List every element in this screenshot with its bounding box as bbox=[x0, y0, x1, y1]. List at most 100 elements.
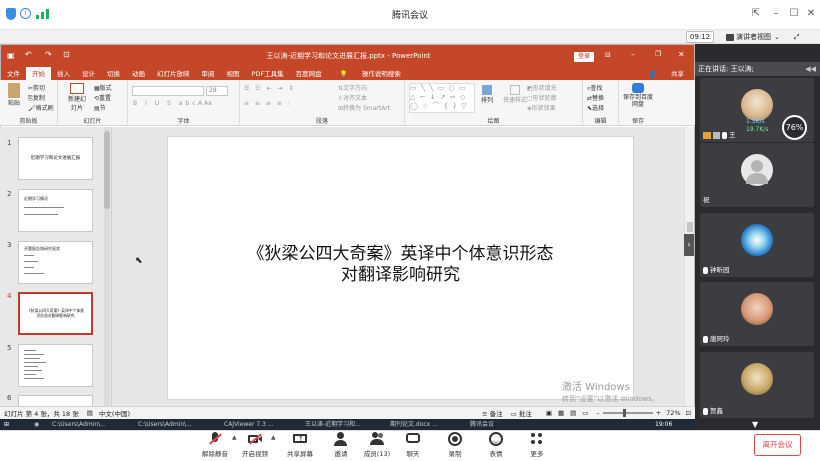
paste-button[interactable]: 粘贴 bbox=[5, 83, 23, 107]
notes-button[interactable]: ≡ 备注 bbox=[482, 408, 503, 418]
chevron-down-icon: ⌄ bbox=[774, 33, 780, 41]
participant-tile-3[interactable]: 钟昕园 bbox=[700, 213, 814, 277]
font-size-dropdown[interactable]: 28 bbox=[206, 86, 228, 96]
ppt-close-button[interactable]: ✕ bbox=[678, 50, 685, 59]
minimize-button[interactable]: – bbox=[768, 6, 784, 22]
font-name-dropdown[interactable] bbox=[132, 86, 204, 96]
tab-animations[interactable]: 动画 bbox=[126, 67, 151, 81]
save-group: 保存到百度网盘 保存 bbox=[619, 80, 657, 126]
avatar bbox=[741, 89, 773, 121]
thumbnails-scrollbar[interactable] bbox=[104, 127, 110, 406]
current-slide[interactable]: 《狄梁公四大奇案》英译中个体意识形态 对翻译影响研究 bbox=[167, 136, 634, 400]
align-buttons[interactable]: ≡ ≡ ≡ ≡ ⫶ bbox=[244, 100, 291, 108]
align-text-button[interactable]: ⇳对齐文本 bbox=[338, 93, 367, 102]
participant-tile-4[interactable]: 唐珂玲 bbox=[700, 282, 814, 346]
speaking-indicator-bar: 正在讲话: 王以涛; ◀◀ bbox=[695, 62, 820, 76]
shape-outline-button[interactable]: ▢形状轮廓 bbox=[527, 93, 557, 102]
smartart-button[interactable]: ⊞转换为 SmartArt bbox=[338, 103, 390, 112]
replace-button[interactable]: ⇄替换 bbox=[587, 93, 604, 102]
ppt-minimize-button[interactable]: – bbox=[631, 50, 635, 59]
shape-fill-button[interactable]: ◩形状填充 bbox=[527, 83, 557, 92]
tab-slideshow[interactable]: 幻灯片放映 bbox=[151, 67, 196, 81]
share-button[interactable]: 👤 共享 bbox=[637, 67, 694, 81]
chevron-up-icon[interactable]: ▲ bbox=[271, 434, 276, 441]
members-button[interactable]: 成员(13) bbox=[360, 432, 394, 458]
save-to-baidu-button[interactable]: 保存到百度网盘 bbox=[621, 83, 655, 108]
slide-thumbnail-1[interactable]: 近期学习和论文进展汇报 bbox=[18, 137, 93, 180]
chevron-up-icon[interactable]: ▲ bbox=[232, 434, 237, 441]
zoom-level[interactable]: 72% bbox=[666, 409, 680, 417]
ribbon-options-icon[interactable]: ⊟ bbox=[605, 51, 611, 59]
ppt-restore-button[interactable]: ❐ bbox=[655, 50, 661, 58]
new-slide-button[interactable]: 新建幻灯片 bbox=[66, 83, 88, 112]
tab-view[interactable]: 视图 bbox=[221, 67, 246, 81]
comments-button[interactable]: ▭ 批注 bbox=[511, 408, 532, 418]
tab-pdf-tools[interactable]: PDF工具集 bbox=[246, 67, 290, 81]
more-button[interactable]: 更多 bbox=[520, 432, 554, 458]
login-button[interactable]: 登录 bbox=[574, 52, 594, 62]
slide-thumbnail-6[interactable] bbox=[18, 395, 93, 406]
slide-thumbnail-4[interactable]: 《狄梁公四大奇案》英译中个体意识形态对翻译影响研究 bbox=[18, 292, 93, 335]
cut-button[interactable]: ✂剪切 bbox=[28, 83, 45, 92]
tab-design[interactable]: 设计 bbox=[76, 67, 101, 81]
font-style-buttons[interactable]: B I U S abc bbox=[133, 100, 199, 107]
tab-insert[interactable]: 插入 bbox=[51, 67, 76, 81]
speaker-view-button[interactable]: 演讲者视图 ⌄ ⤢ bbox=[726, 31, 799, 43]
font-color-button[interactable]: A Aa bbox=[198, 100, 212, 107]
emoji-icon: ‿ bbox=[489, 432, 503, 446]
tab-home[interactable]: 开始 bbox=[26, 67, 51, 81]
scroll-thumb[interactable] bbox=[687, 222, 693, 232]
zoom-in-button[interactable]: + bbox=[656, 409, 661, 417]
zoom-out-button[interactable]: – bbox=[596, 409, 599, 417]
spellcheck-icon[interactable]: ▤ bbox=[87, 409, 93, 417]
expand-icon[interactable]: ⤢ bbox=[794, 33, 800, 42]
reset-button[interactable]: ⟲重置 bbox=[94, 93, 111, 102]
slide-title[interactable]: 《狄梁公四大奇案》英译中个体意识形态 对翻译影响研究 bbox=[168, 244, 633, 286]
invite-button[interactable]: 邀请 bbox=[324, 432, 358, 458]
section-button[interactable]: ▤节 bbox=[94, 103, 106, 112]
share-screen-button[interactable]: ↑ 共享屏幕 bbox=[283, 432, 317, 458]
shapes-gallery[interactable]: ▭ ╲ ╲ ▭ ○ ▭ △ ⌐ ↓ ↗ ⇨ ◇ ◯ ☆ ⌒ { } ▽ bbox=[409, 83, 475, 113]
slide-thumbnail-5[interactable] bbox=[18, 344, 93, 387]
tab-review[interactable]: 审阅 bbox=[196, 67, 221, 81]
participant-tile-5[interactable]: 贺鑫 bbox=[700, 352, 814, 418]
fit-slide-icon[interactable]: ⊡ bbox=[686, 409, 691, 417]
format-painter-button[interactable]: 🖌格式刷 bbox=[28, 103, 54, 112]
text-direction-button[interactable]: ⇅文字方向 bbox=[338, 83, 367, 92]
shape-effects-button[interactable]: ◈形状效果 bbox=[527, 103, 556, 112]
host-icon bbox=[703, 131, 711, 139]
list-buttons[interactable]: ☰ ☷ ⇤ ⇥ ↕ bbox=[244, 85, 295, 92]
emoji-button[interactable]: ‿ 表情 bbox=[479, 432, 513, 458]
tab-transitions[interactable]: 切换 bbox=[101, 67, 126, 81]
select-button[interactable]: ⬉选择 bbox=[587, 103, 604, 112]
record-button[interactable]: 录制 bbox=[438, 432, 472, 458]
slide-vertical-scrollbar[interactable] bbox=[684, 127, 694, 406]
clipboard-label: 剪贴板 bbox=[19, 118, 38, 125]
collapse-arrows-icon[interactable]: ◀◀ bbox=[805, 65, 816, 73]
chat-button[interactable]: 聊天 bbox=[396, 432, 430, 458]
tab-baidu-netdisk[interactable]: 百度网盘 bbox=[290, 67, 328, 81]
scroll-thumb[interactable] bbox=[104, 131, 110, 209]
slide-thumbnail-2[interactable]: 近期学习情况 bbox=[18, 189, 93, 232]
collapse-panel-button[interactable]: › bbox=[684, 234, 694, 256]
layout-button[interactable]: ▦版式 bbox=[94, 83, 112, 92]
zoom-thumb[interactable] bbox=[622, 409, 626, 417]
arrange-button[interactable]: 排列 bbox=[481, 85, 493, 104]
tab-file[interactable]: 文件 bbox=[1, 67, 26, 81]
zoom-slider[interactable] bbox=[602, 409, 653, 417]
tell-me-search[interactable]: 💡 操作说明搜索 bbox=[328, 67, 413, 81]
thumb-number: 1 bbox=[7, 139, 12, 147]
leave-meeting-button[interactable]: 离开会议 bbox=[754, 434, 801, 456]
slide-thumbnail-3[interactable]: 开题报告和研究现状 bbox=[18, 241, 93, 284]
view-buttons[interactable]: ▣▦▤▭ bbox=[546, 409, 595, 417]
pin-icon[interactable]: ⇱ bbox=[748, 6, 764, 22]
maximize-button[interactable]: ☐ bbox=[786, 6, 802, 22]
unmute-button[interactable]: 解除静音 bbox=[198, 432, 232, 458]
close-button[interactable]: ✕ bbox=[803, 6, 819, 22]
scroll-down-icon[interactable]: ▼ bbox=[752, 420, 758, 429]
find-button[interactable]: ⌕查找 bbox=[587, 83, 602, 93]
start-video-button[interactable]: 开启视频 bbox=[238, 432, 272, 458]
participant-tile-2[interactable]: 祝 bbox=[700, 143, 814, 207]
copy-button[interactable]: ⎘复制 bbox=[28, 93, 45, 103]
quick-styles-button[interactable]: 快速样式 bbox=[503, 85, 527, 104]
